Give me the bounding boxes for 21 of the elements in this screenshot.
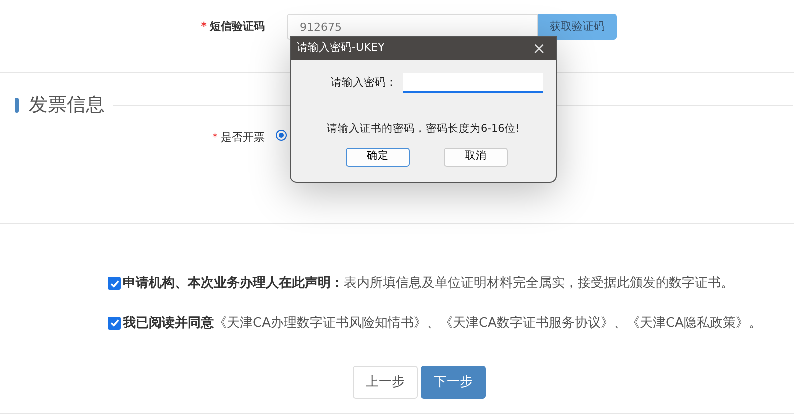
- checkbox[interactable]: [108, 316, 121, 330]
- hint-text: 请输入证书的密码，密码长度为6-16位!: [326, 123, 520, 135]
- previous-button[interactable]: 上一步: [353, 366, 418, 399]
- password-field[interactable]: [403, 73, 543, 93]
- field-label: 短信验证码: [210, 20, 265, 33]
- section-title: 发票信息: [29, 93, 105, 118]
- ok-button[interactable]: 确定: [346, 148, 410, 167]
- field-label: 是否开票: [221, 130, 265, 144]
- field-label: 请输入密码：: [331, 74, 397, 91]
- cancel-button[interactable]: 取消: [444, 148, 508, 167]
- get-code-button[interactable]: 获取验证码: [538, 14, 617, 40]
- declaration-text: 我已阅读并同意《天津CA办理数字证书风险知情书》、《天津CA数字证书服务协议》、《天津CA隐私政策》。: [123, 314, 762, 332]
- radio-button[interactable]: [276, 130, 287, 140]
- required-mark: *: [201, 20, 207, 33]
- section-marker: [15, 98, 19, 113]
- close-button[interactable]: ×: [528, 40, 550, 56]
- declaration-text: 申请机构、本次业务办理人在此声明：表内所填信息及单位证明材料完全属实，接受据此颁发的数字证书。: [123, 275, 734, 293]
- dialog-title: 请输入密码-UKEY: [297, 40, 385, 56]
- next-button[interactable]: 下一步: [421, 366, 486, 399]
- required-mark: *: [212, 130, 218, 144]
- checkbox[interactable]: [108, 277, 121, 290]
